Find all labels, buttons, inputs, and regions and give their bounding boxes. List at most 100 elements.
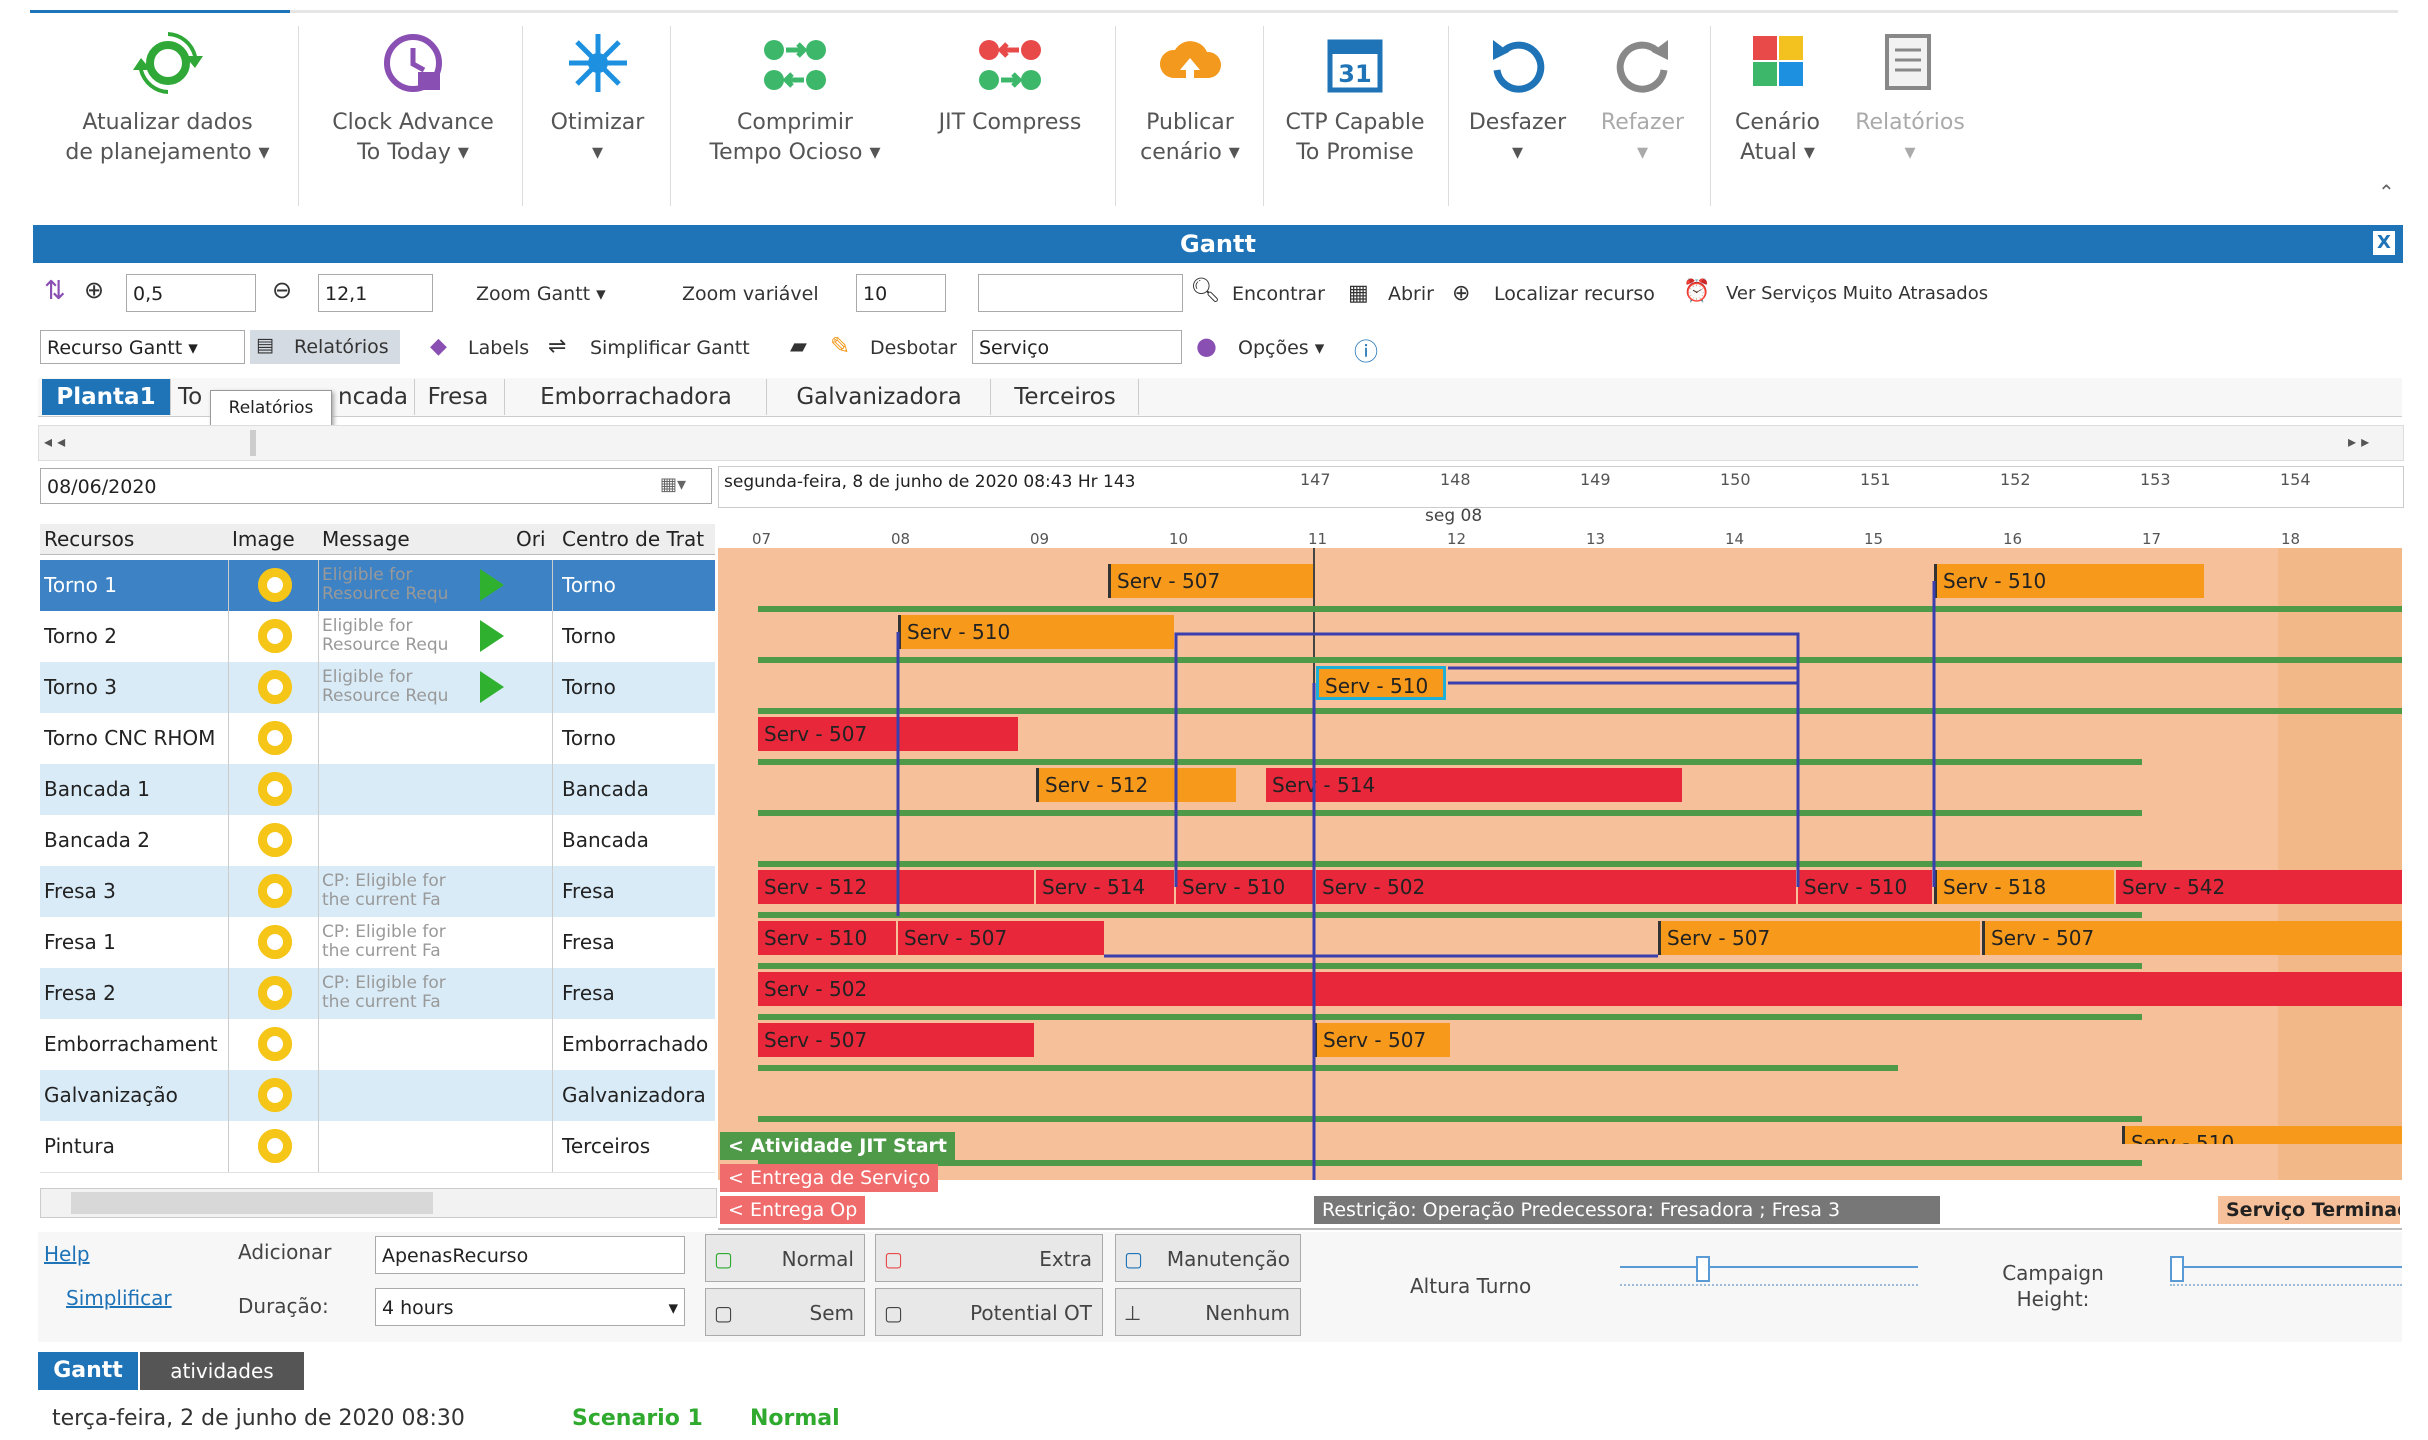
col-centro[interactable]: Centro de Trat [562,524,712,554]
zoom-out-icon[interactable]: ⊖ [272,276,292,304]
compress-idle-button[interactable]: Comprimir Tempo Ocioso ▾ [680,20,910,210]
tab-bancada[interactable]: ncada [332,379,415,415]
info-icon[interactable]: ⓘ [1354,332,1378,367]
col-image[interactable]: Image [232,524,295,554]
collapse-ribbon-icon[interactable]: ⌃ [2378,180,2395,204]
campaign-height-slider[interactable] [2170,1266,2402,1268]
clock-advance-icon [384,34,442,92]
simplificar-link[interactable]: Simplificar [66,1286,172,1310]
table-row[interactable]: Galvanização Galvanizadora [40,1070,715,1122]
resource-center: Terceiros [562,1134,651,1158]
zoom-out-field[interactable]: 12,1 [318,274,433,312]
tab-galvanizadora[interactable]: Galvanizadora [768,379,991,415]
ribbon-label-2: Tempo Ocioso ▾ [709,140,881,165]
campaign-height-thumb[interactable] [2170,1256,2184,1282]
table-row[interactable]: Torno CNC RHOM Torno [40,713,715,765]
manutencao-button[interactable]: ▢ Manutenção [1115,1234,1301,1282]
table-row[interactable]: Fresa 1 CP: Eligible for the current Fa Fr… [40,917,715,969]
scroll-left-icon[interactable]: ◂ ◂ [44,432,65,451]
relatorios-button[interactable]: ▤ Relatórios [250,330,400,364]
table-hscrollbar[interactable] [40,1188,717,1218]
tab-terceiros[interactable]: Terceiros [992,379,1139,415]
column-divider [318,1070,319,1121]
refresh-planning-button[interactable]: Atualizar dados de planejamento ▾ [40,20,295,210]
close-icon[interactable]: X [2373,231,2395,255]
table-row[interactable]: Torno 3 Eligible for Resource Requ Torno [40,662,715,714]
ribbon-label-1: Atualizar dados [82,110,253,135]
table-row[interactable]: Fresa 2 CP: Eligible for the current Fa Fr… [40,968,715,1020]
timeline-scrollbar-thumb[interactable] [250,430,256,456]
undo-button[interactable]: Desfazer ▾ [1455,20,1580,210]
encontrar-button[interactable]: Encontrar [1232,283,1325,305]
table-hscroll-thumb[interactable] [71,1192,433,1214]
sort-icon[interactable]: ⇅ [44,276,66,306]
col-message[interactable]: Message [322,524,410,554]
altura-turno-thumb[interactable] [1696,1256,1710,1282]
reports-button[interactable]: Relatórios ▾ [1840,20,1980,210]
search-input[interactable] [978,274,1183,312]
desbotar-select[interactable]: Serviço [972,330,1182,364]
bottom-tab-atividades[interactable]: atividades [140,1352,304,1390]
table-row[interactable]: Torno 1 Eligible for Resource Requ Torno [40,560,715,612]
table-row[interactable]: Bancada 2 Bancada [40,815,715,867]
localizar-recurso-button[interactable]: Localizar recurso [1494,283,1655,305]
search-icon[interactable]: 🔍︎ [1190,276,1220,304]
table-row[interactable]: Torno 2 Eligible for Resource Requ Torno [40,611,715,663]
table-row[interactable]: Emborrachament Emborrachado [40,1019,715,1071]
table-row[interactable]: Bancada 1 Bancada [40,764,715,816]
zoom-gantt-dropdown[interactable]: Zoom Gantt ▾ [476,283,606,305]
resource-center: Fresa [562,930,615,954]
potential-ot-button[interactable]: ▢ Potential OT [875,1288,1103,1336]
altura-turno-slider[interactable] [1620,1266,1918,1268]
ribbon-label-1: Relatórios [1855,110,1965,135]
col-ori[interactable]: Ori [516,524,546,554]
current-scenario-button[interactable]: Cenário Atual ▾ [1715,20,1840,210]
resource-name: Torno 1 [44,573,117,597]
sem-button[interactable]: ▢ Sem [705,1288,865,1336]
jit-compress-button[interactable]: JIT Compress [910,20,1110,210]
play-icon[interactable] [480,620,504,652]
labels-button[interactable]: Labels [468,337,529,359]
duracao-label: Duração: [238,1294,329,1318]
bottom-tab-gantt[interactable]: Gantt [38,1352,138,1390]
zoom-in-icon[interactable]: ⊕ [84,276,104,304]
column-divider [228,1121,229,1172]
abrir-button[interactable]: Abrir [1388,283,1434,305]
play-icon[interactable] [480,671,504,703]
normal-button[interactable]: ▢ Normal [705,1234,865,1282]
column-divider [318,866,319,917]
publish-scenario-button[interactable]: Publicar cenário ▾ [1120,20,1260,210]
ctp-button[interactable]: 31 CTP Capable To Promise [1270,20,1440,210]
tab-planta1[interactable]: Planta1 [42,379,171,415]
date-field[interactable]: 08/06/2020 [40,468,712,504]
refresh-icon [132,32,203,94]
timeline-day: seg 08 [1425,506,1483,526]
desbotar-button[interactable]: Desbotar [870,337,957,359]
adicionar-field[interactable]: ApenasRecurso [375,1236,685,1274]
scroll-right-icon[interactable]: ▸ ▸ [2348,432,2369,451]
tab-fresa[interactable]: Fresa [412,379,505,415]
recurso-gantt-select[interactable]: Recurso Gantt ▾ [40,330,245,364]
calendar-dropdown-icon[interactable]: ▦▾ [660,474,686,495]
tab-emborrachadora[interactable]: Emborrachadora [506,379,767,415]
nenhum-button[interactable]: ⊥ Nenhum [1115,1288,1301,1336]
resource-center: Torno [562,573,616,597]
col-recursos[interactable]: Recursos [44,524,134,554]
clock-advance-button[interactable]: Clock Advance To Today ▾ [308,20,518,210]
zoom-variavel-field[interactable]: 10 [856,274,946,312]
table-row[interactable]: Pintura Terceiros [40,1121,715,1173]
grid-icon: ▦ [1348,281,1369,306]
extra-button[interactable]: ▢ Extra [875,1234,1103,1282]
optimize-button[interactable]: Otimizar ▾ [530,20,665,210]
table-row[interactable]: Fresa 3 CP: Eligible for the current Fa Fr… [40,866,715,918]
simplificar-gantt-button[interactable]: Simplificar Gantt [590,337,750,359]
play-icon[interactable] [480,569,504,601]
redo-button[interactable]: Refazer ▾ [1580,20,1705,210]
zoom-in-field[interactable]: 0,5 [126,274,256,312]
column-divider [552,1070,553,1121]
tab-torno[interactable]: To [172,379,208,415]
help-link[interactable]: Help [44,1242,90,1266]
ver-servicos-button[interactable]: Ver Serviços Muito Atrasados [1726,283,1988,304]
opcoes-button[interactable]: Opções ▾ [1238,337,1324,359]
duracao-select[interactable]: 4 hours ▾ [375,1288,685,1326]
